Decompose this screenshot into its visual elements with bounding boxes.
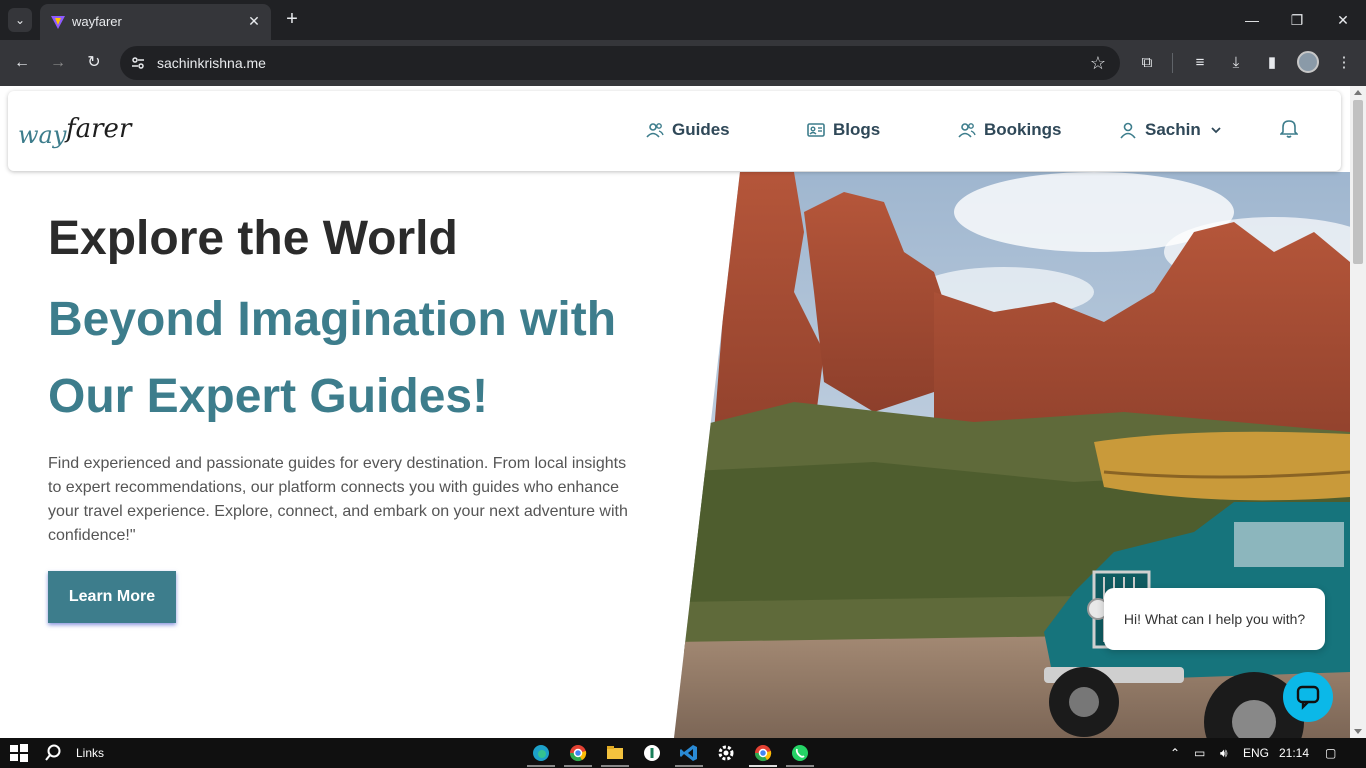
users-icon [646, 123, 664, 138]
hero-subtitle-line1: Beyond Imagination with [48, 293, 617, 346]
windows-taskbar: Links ⌃ ▭ 🔊︎ ENG 21:14 ▢ [0, 738, 1366, 768]
close-window-button[interactable]: ✕ [1328, 8, 1358, 32]
url-text: sachinkrishna.me [157, 55, 266, 71]
notifications-icon[interactable]: ▢ [1325, 746, 1336, 760]
nav-bookings-label: Bookings [984, 120, 1062, 139]
chevron-down-icon [1211, 127, 1221, 134]
media-control-icon[interactable]: ≡ [1188, 51, 1212, 75]
toolbar-separator [1172, 53, 1173, 73]
minimize-button[interactable]: — [1237, 8, 1267, 32]
taskbar-indicator [527, 765, 555, 767]
tab-close-icon[interactable]: ✕ [245, 12, 263, 30]
taskbar-search-label[interactable]: Links [76, 746, 104, 760]
vite-favicon-icon [51, 16, 65, 29]
windows-start-icon[interactable] [9, 743, 29, 763]
forward-button[interactable]: → [46, 51, 70, 75]
taskbar-indicator [786, 765, 814, 767]
search-icon[interactable] [45, 743, 65, 763]
chat-launcher-button[interactable] [1283, 672, 1333, 722]
hero-subtitle-line2: Our Expert Guides! [48, 370, 489, 423]
tray-volume-icon[interactable]: 🔊︎ [1220, 746, 1228, 761]
taskbar-indicator [564, 765, 592, 767]
page-content: way farer Guides Blogs Bookings Sachin E… [0, 86, 1350, 738]
site-settings-icon[interactable] [130, 55, 146, 71]
browser-toolbar: ← → ↻ sachinkrishna.me ☆ ⧉ ≡ ⤓ ▮ ⋮ [0, 40, 1366, 86]
nav-guides[interactable]: Guides [646, 118, 730, 142]
svg-text:way: way [18, 121, 67, 149]
file-explorer-icon[interactable] [605, 743, 625, 763]
browser-tab[interactable]: wayfarer ✕ [40, 4, 271, 40]
user-icon [1120, 122, 1136, 139]
tray-chevron-up-icon[interactable]: ⌃ [1170, 746, 1180, 760]
downloads-icon[interactable]: ⤓ [1224, 51, 1248, 75]
taskbar-indicator [749, 765, 777, 767]
chrome-icon[interactable] [568, 743, 588, 763]
wayfarer-logo[interactable]: way farer [18, 105, 138, 157]
scroll-down-arrow-icon[interactable] [1354, 729, 1362, 734]
scroll-up-arrow-icon[interactable] [1354, 90, 1362, 95]
bookmark-star-icon[interactable]: ☆ [1090, 53, 1106, 74]
restore-button[interactable]: ❐ [1282, 8, 1312, 32]
browser-tabbar: ⌄ wayfarer ✕ + — ❐ ✕ [0, 0, 1366, 40]
id-card-icon [807, 123, 825, 137]
nav-user-label: Sachin [1145, 120, 1201, 139]
language-indicator[interactable]: ENG [1243, 746, 1269, 760]
bell-icon[interactable] [1280, 118, 1298, 138]
whatsapp-icon[interactable] [790, 743, 810, 763]
hero-title: Explore the World [48, 212, 458, 265]
hero-image [674, 172, 1350, 738]
users-icon [958, 123, 976, 138]
extensions-icon[interactable]: ⧉ [1135, 51, 1159, 75]
nav-blogs[interactable]: Blogs [807, 118, 880, 142]
profile-avatar[interactable] [1297, 51, 1319, 73]
edge-icon[interactable] [531, 743, 551, 763]
chat-greeting-bubble[interactable]: Hi! What can I help you with? [1104, 588, 1325, 650]
nav-user-menu[interactable]: Sachin [1119, 118, 1223, 142]
clock[interactable]: 21:14 [1279, 746, 1309, 760]
address-bar[interactable]: sachinkrishna.me ☆ [120, 46, 1120, 80]
reload-button[interactable]: ↻ [82, 51, 106, 75]
chrome-menu-icon[interactable]: ⋮ [1332, 51, 1356, 75]
chat-icon [1296, 685, 1320, 710]
nav-bookings[interactable]: Bookings [958, 118, 1061, 142]
nav-blogs-label: Blogs [833, 120, 881, 139]
settings-gear-icon[interactable] [716, 743, 736, 763]
svg-text:farer: farer [64, 114, 133, 144]
chrome-active-icon[interactable] [753, 743, 773, 763]
side-panel-icon[interactable]: ▮ [1260, 51, 1284, 75]
taskbar-indicator [675, 765, 703, 767]
scroll-thumb[interactable] [1353, 100, 1363, 264]
app-icon[interactable] [642, 743, 662, 763]
hero-description: Find experienced and passionate guides f… [48, 455, 628, 544]
new-tab-button[interactable]: + [282, 9, 302, 29]
learn-more-button[interactable]: Learn More [48, 571, 176, 623]
vscode-icon[interactable] [679, 743, 699, 763]
tray-display-icon[interactable]: ▭ [1194, 746, 1205, 760]
site-navbar: way farer Guides Blogs Bookings Sachin [8, 91, 1341, 171]
nav-guides-label: Guides [672, 120, 730, 139]
back-button[interactable]: ← [10, 51, 34, 75]
tab-title: wayfarer [72, 14, 122, 29]
taskbar-indicator [601, 765, 629, 767]
page-scrollbar[interactable] [1350, 86, 1366, 738]
tab-search-button[interactable]: ⌄ [8, 8, 32, 32]
